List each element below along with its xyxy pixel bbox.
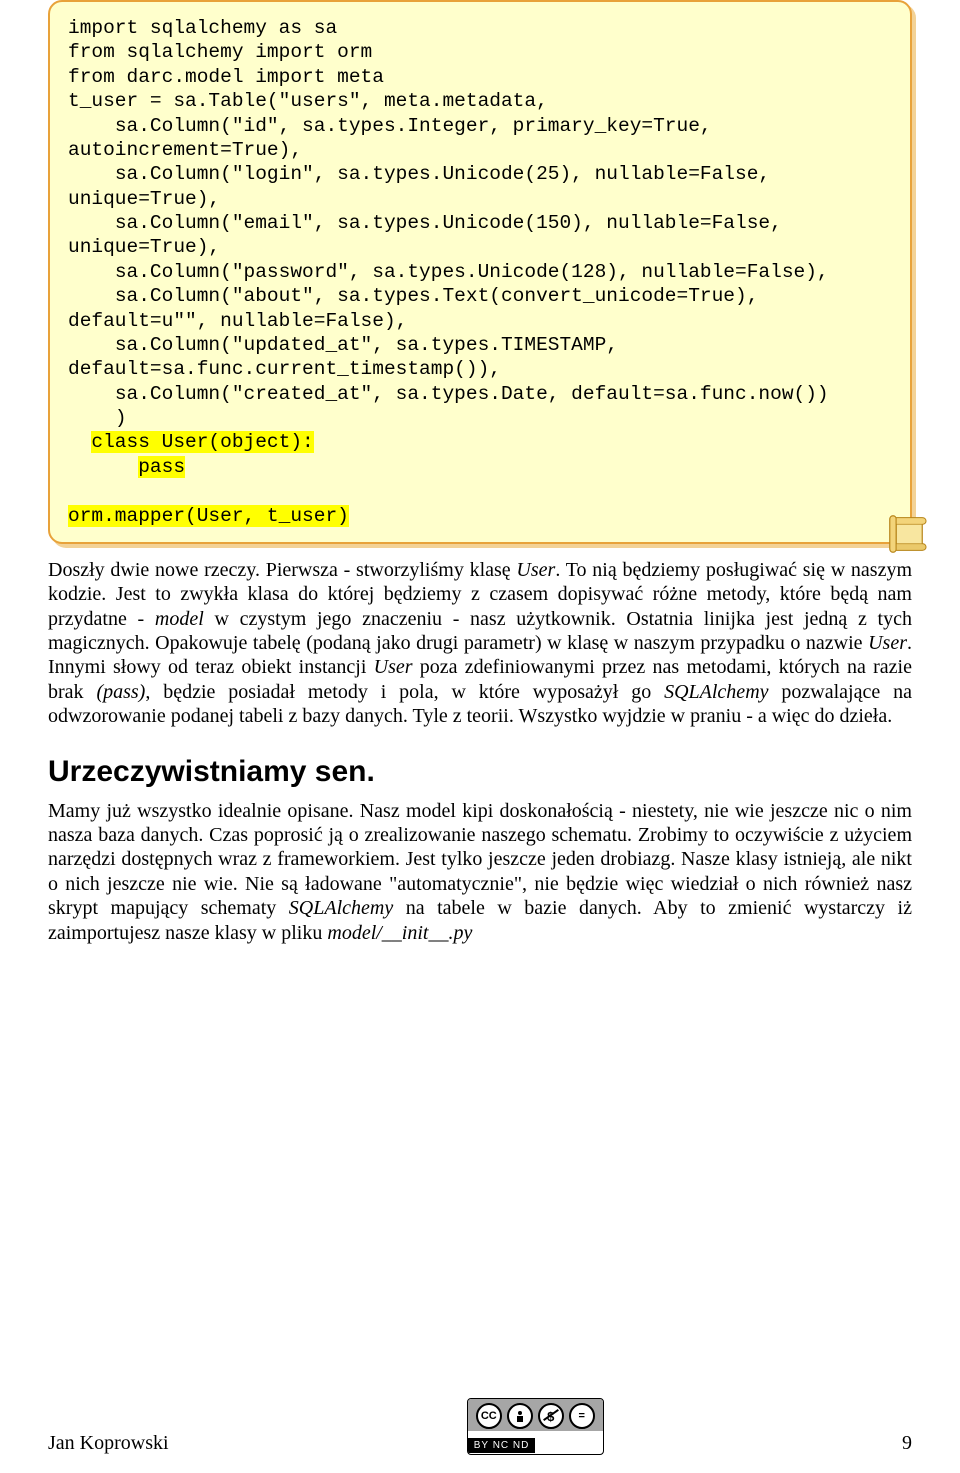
code-line-highlight: class User(object): xyxy=(68,430,892,454)
footer-author: Jan Koprowski xyxy=(48,1432,169,1455)
text: Doszły dwie nowe rzeczy. Pierwsza - stwo… xyxy=(48,559,516,581)
code-line: sa.Column("login", sa.types.Unicode(25),… xyxy=(68,162,892,211)
footer-page-number: 9 xyxy=(902,1432,912,1455)
code-line: sa.Column("updated_at", sa.types.TIMESTA… xyxy=(68,333,892,382)
italic-text: model xyxy=(155,608,204,630)
highlight-text: pass xyxy=(138,456,185,478)
text: , będzie posiadał metody i pola, w które… xyxy=(145,681,664,703)
nd-icon: = xyxy=(569,1403,595,1429)
code-line: sa.Column("password", sa.types.Unicode(1… xyxy=(68,260,892,284)
italic-text: (pass) xyxy=(96,681,145,703)
page-footer: Jan Koprowski CC $ = BY NC ND 9 xyxy=(48,1398,912,1455)
section-heading: Urzeczywistniamy sen. xyxy=(48,755,912,789)
code-block: import sqlalchemy as safrom sqlalchemy i… xyxy=(48,0,912,544)
italic-text: SQLAlchemy xyxy=(664,681,768,703)
highlight-text: orm.mapper(User, t_user) xyxy=(68,505,349,527)
italic-text: User xyxy=(868,632,907,654)
italic-text: User xyxy=(516,559,555,581)
code-line: import sqlalchemy as sa xyxy=(68,16,892,40)
code-line: sa.Column("id", sa.types.Integer, primar… xyxy=(68,114,892,163)
code-line xyxy=(68,479,892,503)
code-line: ) xyxy=(68,406,892,430)
code-line: sa.Column("about", sa.types.Text(convert… xyxy=(68,284,892,333)
code-line: t_user = sa.Table("users", meta.metadata… xyxy=(68,89,892,113)
paragraph: Mamy już wszystko idealnie opisane. Nasz… xyxy=(48,799,912,945)
code-line: sa.Column("email", sa.types.Unicode(150)… xyxy=(68,211,892,260)
cc-icon: CC xyxy=(476,1403,502,1429)
italic-text: model/__init__.py xyxy=(327,922,472,944)
scroll-icon xyxy=(880,508,932,560)
code-line: from sqlalchemy import orm xyxy=(68,40,892,64)
cc-text: BY NC ND xyxy=(468,1438,536,1453)
by-icon xyxy=(507,1403,533,1429)
code-line-highlight: orm.mapper(User, t_user) xyxy=(68,504,892,528)
nc-icon: $ xyxy=(538,1403,564,1429)
code-line-highlight: pass xyxy=(68,455,892,479)
code-line: from darc.model import meta xyxy=(68,65,892,89)
highlight-text: class User(object): xyxy=(91,431,313,453)
italic-text: User xyxy=(374,656,413,678)
italic-text: SQLAlchemy xyxy=(289,897,393,919)
code-content: import sqlalchemy as safrom sqlalchemy i… xyxy=(68,16,892,528)
cc-icons-row: CC $ = xyxy=(468,1399,603,1431)
paragraph: Doszły dwie nowe rzeczy. Pierwsza - stwo… xyxy=(48,558,912,729)
code-line: sa.Column("created_at", sa.types.Date, d… xyxy=(68,382,892,406)
cc-license-badge: CC $ = BY NC ND xyxy=(467,1398,604,1455)
